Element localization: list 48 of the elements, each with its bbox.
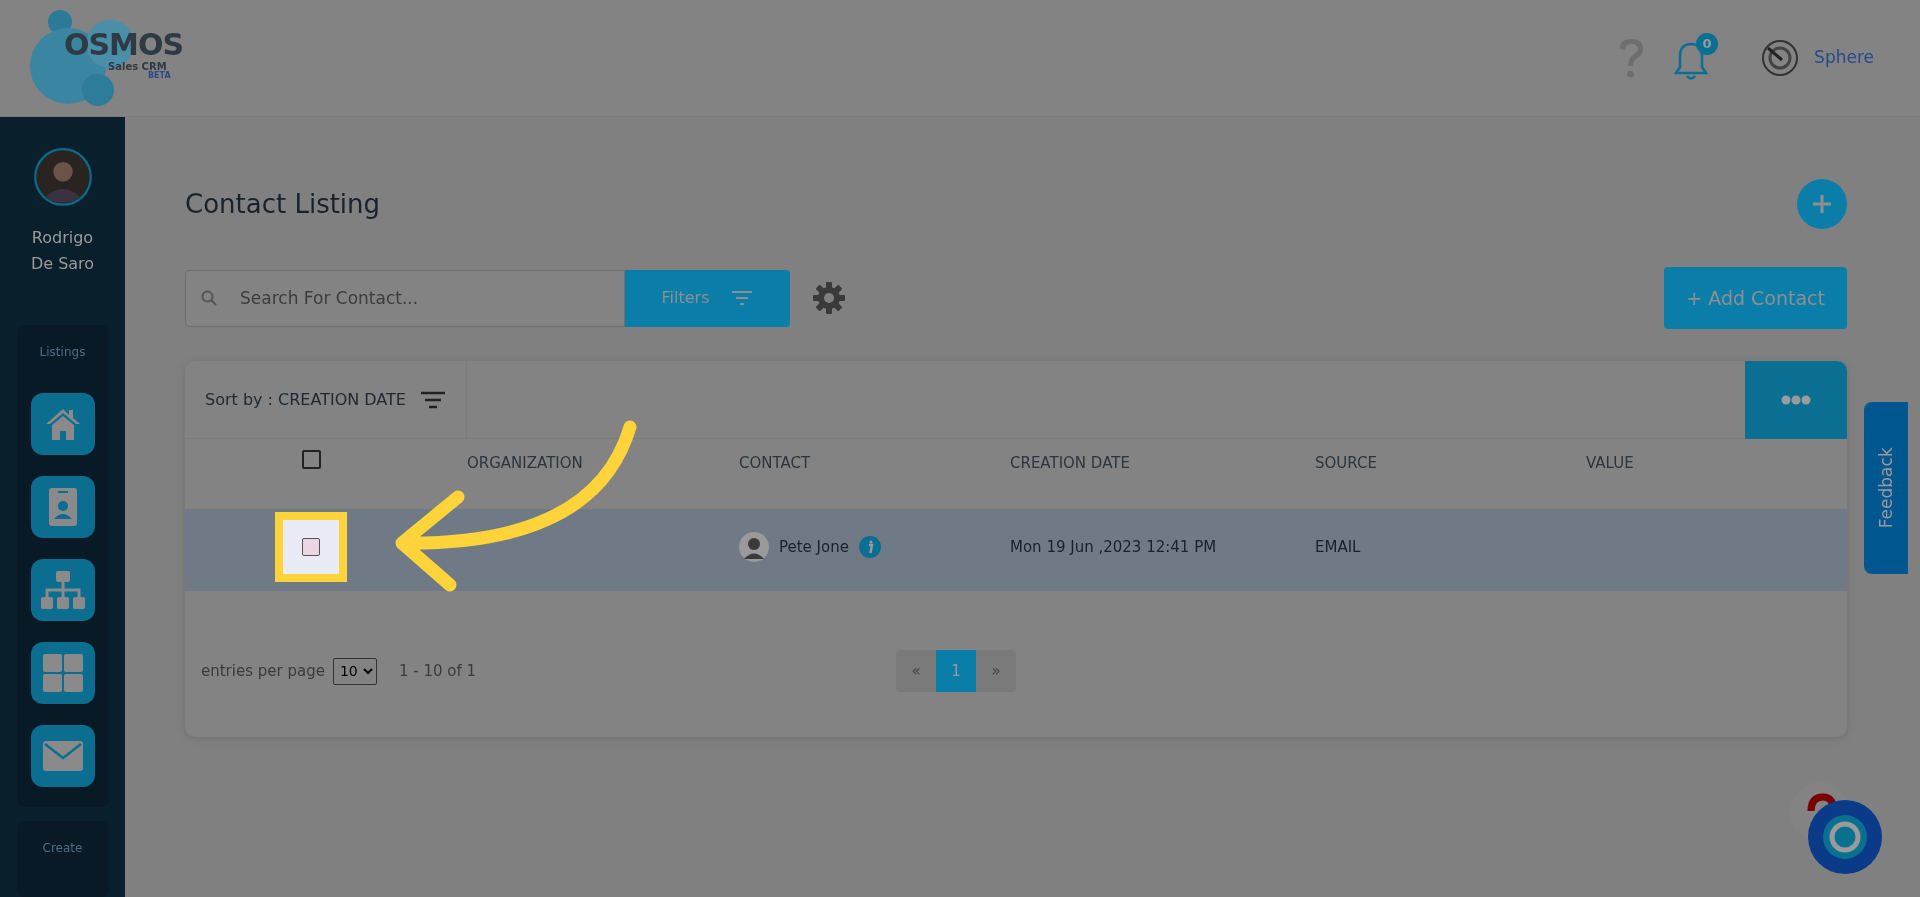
filters-button[interactable]: Filters xyxy=(625,269,790,327)
sort-label[interactable]: Sort by : CREATION DATE xyxy=(205,387,406,412)
section-title: Listings xyxy=(39,344,86,361)
page-button[interactable]: « xyxy=(896,650,937,692)
org-chart-icon xyxy=(39,570,86,610)
nav-button[interactable] xyxy=(30,476,95,538)
table-cell: Mon 19 Jun ,2023 12:41 PM xyxy=(1010,537,1217,556)
page-button[interactable]: 1 xyxy=(936,650,977,692)
page-size-select[interactable]: 10 xyxy=(332,657,377,685)
feedback-tab[interactable]: Feedback xyxy=(1864,402,1908,574)
page-button[interactable]: » xyxy=(976,650,1017,692)
mail-icon xyxy=(42,741,83,771)
logo-text: OSMOS xyxy=(64,30,184,60)
user-name: Rodrigo De Saro xyxy=(29,227,96,275)
row-checkbox[interactable] xyxy=(302,538,320,556)
settings-icon[interactable] xyxy=(812,281,846,315)
column-header: SOURCE xyxy=(1315,453,1377,472)
column-header: VALUE xyxy=(1586,453,1634,472)
nav-button[interactable] xyxy=(30,393,95,455)
logo-subtitle: Sales CRM xyxy=(108,62,168,72)
nav-button[interactable] xyxy=(30,642,95,704)
select-all-checkbox[interactable] xyxy=(301,450,321,470)
contact-avatar-icon xyxy=(739,532,769,562)
search-field[interactable]: Search For Contact... xyxy=(185,269,625,327)
nav-button[interactable] xyxy=(30,559,95,621)
column-header: CREATION DATE xyxy=(1010,453,1130,472)
more-dots-icon xyxy=(1781,394,1811,405)
table-row[interactable]: Pete Jone Mon 19 Jun ,2023 12:41 PM EMAIL xyxy=(185,509,1847,591)
column-header: CONTACT xyxy=(739,453,811,472)
notification-count: 0 xyxy=(1696,33,1719,55)
sort-icon[interactable] xyxy=(419,390,446,409)
plus-icon xyxy=(1812,194,1832,214)
range-text: 1 - 10 of 1 xyxy=(398,660,477,682)
filter-icon xyxy=(731,290,754,306)
search-icon xyxy=(201,289,217,306)
user-avatar-icon[interactable] xyxy=(1760,38,1801,78)
contact-card-icon xyxy=(47,487,78,527)
add-contact-button[interactable]: + Add Contact xyxy=(1664,267,1847,329)
section-title: Create xyxy=(42,840,83,857)
beta-label: BETA xyxy=(148,72,172,80)
column-header: ORGANIZATION xyxy=(467,453,583,472)
table-cell: EMAIL xyxy=(1315,537,1361,556)
entries-label: entries per page xyxy=(201,660,325,682)
user-name-link[interactable]: Sphere xyxy=(1814,45,1874,71)
grid-icon xyxy=(42,654,83,692)
nav-button[interactable] xyxy=(30,725,95,787)
page-title: Contact Listing xyxy=(185,187,381,221)
contact-name[interactable]: Pete Jone xyxy=(779,535,849,559)
